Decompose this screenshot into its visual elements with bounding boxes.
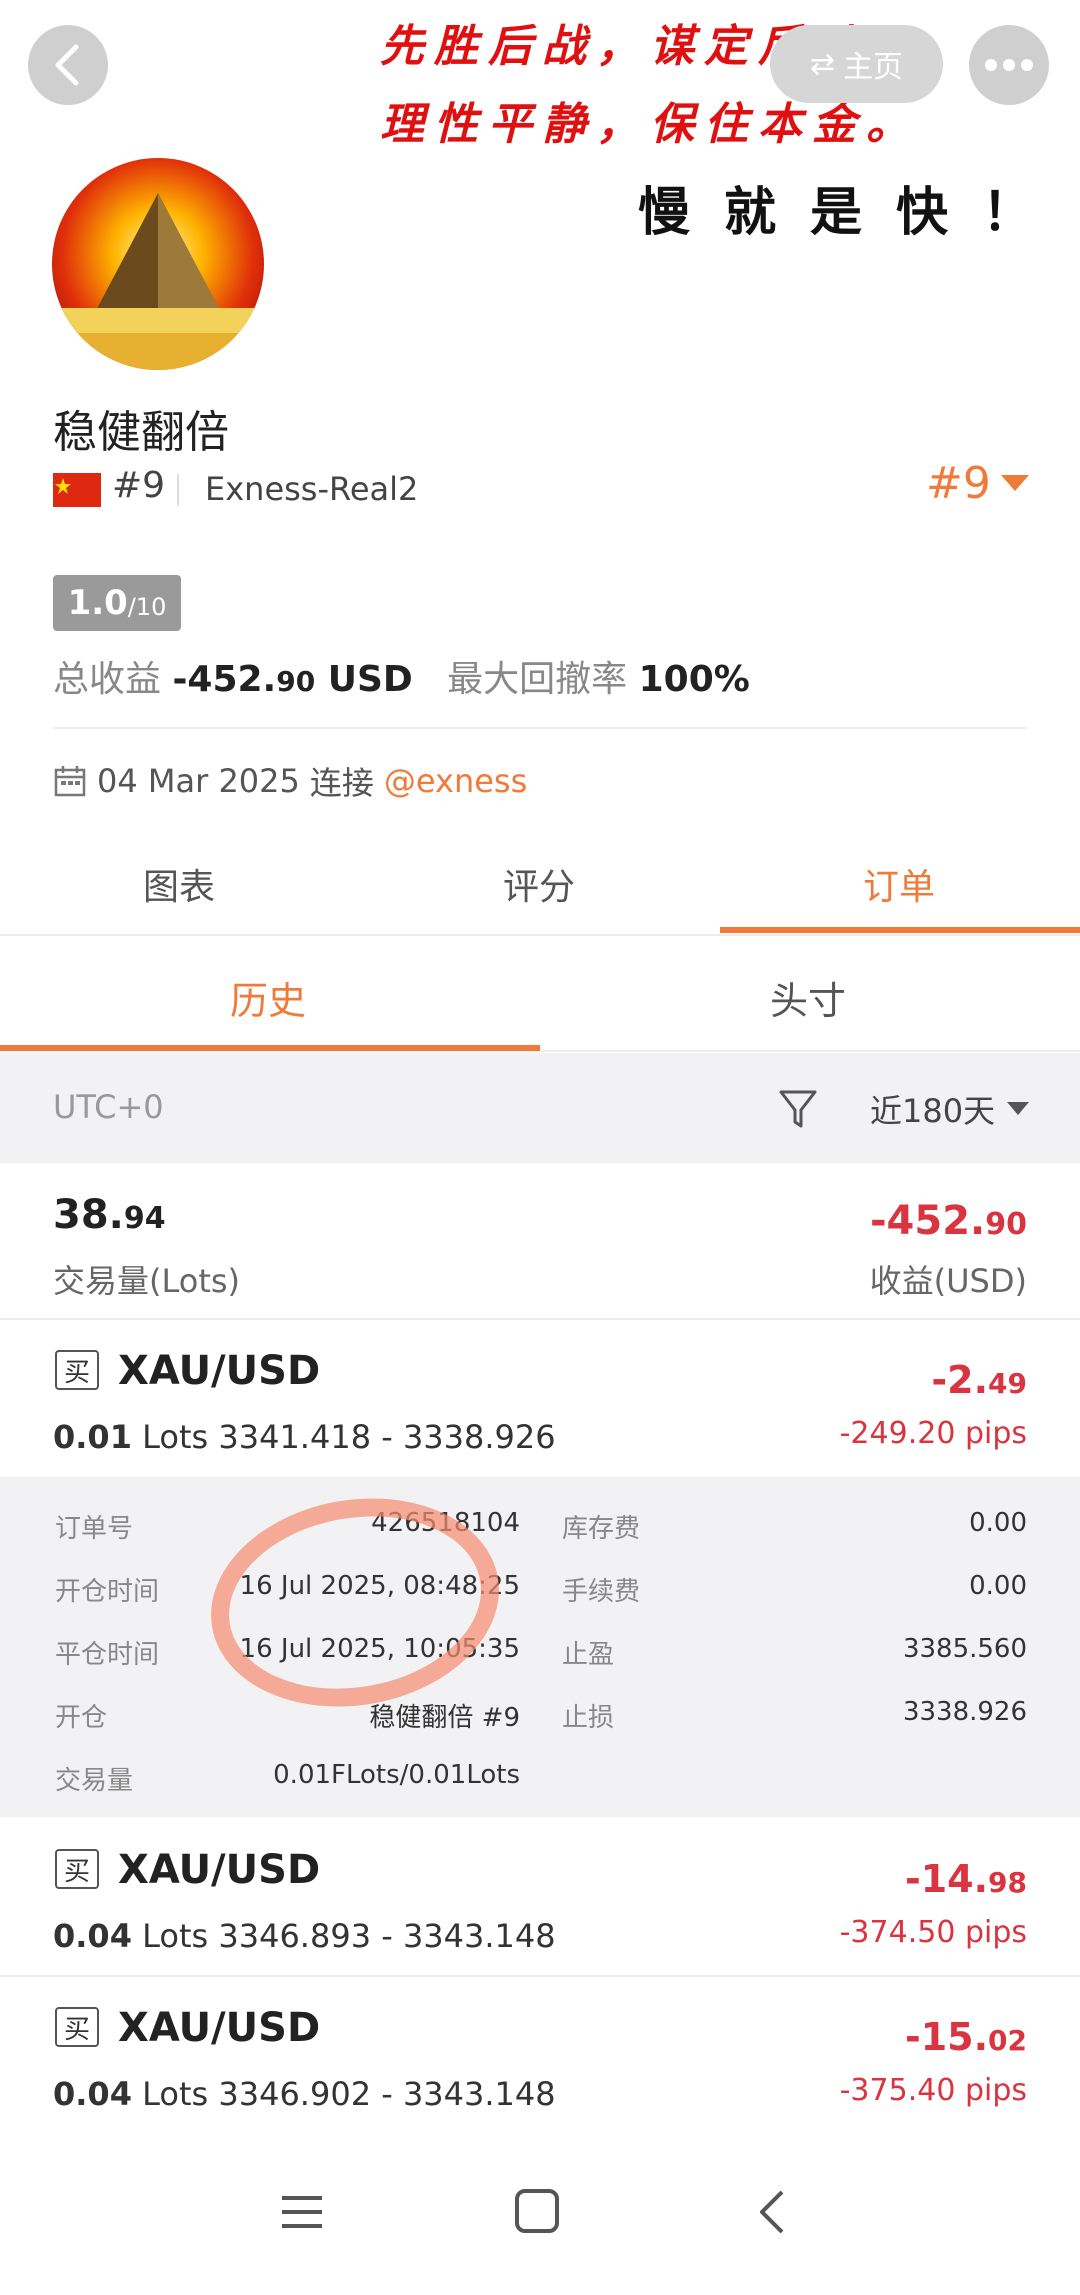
- connect-line: 04 Mar 2025 连接 @exness: [53, 758, 527, 804]
- tab-rating[interactable]: 评分: [503, 858, 575, 910]
- trade-symbol[interactable]: XAU/USD: [118, 1847, 320, 1893]
- summary-volume-label: 交易量(Lots): [53, 1262, 241, 1300]
- caret-down-icon: [1007, 1102, 1030, 1115]
- stop-loss-value: 3338.926: [902, 1697, 1027, 1727]
- trade-profit: -14.98: [904, 1857, 1027, 1901]
- open-by-value: 稳健翻倍 #9: [369, 1703, 520, 1733]
- open-by-label: 开仓: [55, 1703, 108, 1733]
- recent-apps-icon[interactable]: [280, 2190, 324, 2234]
- volume-value: 0.01FLots/0.01Lots: [273, 1760, 520, 1790]
- more-button[interactable]: [969, 25, 1049, 105]
- trade-type-badge: 买: [55, 1350, 99, 1390]
- home-button[interactable]: ⇄ 主页: [770, 25, 943, 103]
- fee-label: 手续费: [562, 1577, 641, 1607]
- trade-pips: -374.50 pips: [839, 1915, 1027, 1950]
- trade-type-badge: 买: [55, 2007, 99, 2047]
- tab-orders[interactable]: 订单: [863, 858, 935, 910]
- rank-dropdown[interactable]: #9: [926, 458, 1029, 509]
- take-profit-label: 止盈: [562, 1640, 615, 1670]
- connected-label: 连接: [309, 764, 374, 802]
- pyramid-avatar-image: [52, 158, 264, 370]
- subtab-underline: [0, 1045, 540, 1051]
- system-nav-bar: [0, 2130, 1080, 2295]
- home-square-icon[interactable]: [514, 2188, 560, 2234]
- trade-lots: 0.04 Lots 3346.902 - 3343.148: [53, 2075, 556, 2113]
- summary-volume: 38.94: [53, 1192, 166, 1238]
- rank-small: #9: [112, 465, 166, 506]
- divider: [177, 474, 179, 506]
- divider: [0, 1318, 1080, 1320]
- range-dropdown[interactable]: 近180天: [870, 1086, 1030, 1132]
- summary-profit: -452.90: [869, 1198, 1027, 1244]
- volume-label: 交易量: [55, 1766, 134, 1796]
- score-badge: 1.0/10: [53, 575, 181, 631]
- slogan: 慢就是快！: [638, 182, 1069, 243]
- more-dots-icon: [985, 59, 1033, 71]
- subtab-history[interactable]: 历史: [230, 970, 306, 1025]
- chevron-left-icon: [55, 44, 79, 86]
- filter-icon[interactable]: [778, 1088, 818, 1132]
- divider: [0, 934, 1080, 936]
- trade-lots: 0.01 Lots 3341.418 - 3338.926: [53, 1418, 556, 1456]
- swap-label: 库存费: [562, 1514, 641, 1544]
- account-name: Exness-Real2: [205, 470, 419, 508]
- max-drawdown-value: 100%: [638, 659, 750, 700]
- stop-loss-label: 止损: [562, 1703, 615, 1733]
- avatar: [52, 158, 264, 370]
- trade-symbol[interactable]: XAU/USD: [118, 2005, 320, 2051]
- divider: [0, 1975, 1080, 1977]
- subtab-positions[interactable]: 头寸: [770, 970, 846, 1025]
- take-profit-value: 3385.560: [902, 1634, 1027, 1664]
- max-drawdown-label: 最大回撤率: [447, 659, 628, 700]
- score-value: 1.0: [67, 583, 128, 623]
- total-profit-label: 总收益: [53, 659, 162, 700]
- range-label: 近180天: [870, 1092, 996, 1130]
- trade-pips: -249.20 pips: [839, 1416, 1027, 1451]
- open-time-label: 开仓时间: [55, 1577, 160, 1607]
- caret-down-icon: [1000, 474, 1029, 491]
- tab-chart[interactable]: 图表: [143, 858, 215, 910]
- trade-pips: -375.40 pips: [839, 2073, 1027, 2108]
- rank-big-label: #9: [926, 458, 991, 509]
- calendar-icon: [54, 766, 86, 797]
- close-time-label: 平仓时间: [55, 1640, 160, 1670]
- trade-lots: 0.04 Lots 3346.893 - 3343.148: [53, 1917, 556, 1955]
- trade-profit: -2.49: [931, 1358, 1027, 1402]
- stats-line: 总收益 -452.90 USD 最大回撤率 100%: [53, 650, 750, 702]
- back-icon[interactable]: [752, 2188, 792, 2236]
- tab-underline: [720, 927, 1080, 933]
- broker-link[interactable]: @exness: [384, 762, 527, 800]
- back-button[interactable]: [28, 25, 108, 105]
- timezone-label: UTC+0: [53, 1088, 164, 1126]
- fee-value: 0.00: [969, 1571, 1027, 1601]
- order-no-label: 订单号: [55, 1514, 134, 1544]
- summary-profit-label: 收益(USD): [869, 1262, 1027, 1300]
- score-max: /10: [127, 593, 167, 621]
- total-profit-value: -452.90 USD: [172, 659, 413, 700]
- swap-value: 0.00: [969, 1508, 1027, 1538]
- home-label: 主页: [843, 50, 904, 85]
- connected-date: 04 Mar 2025: [97, 762, 300, 800]
- swap-icon: ⇄: [809, 46, 836, 82]
- divider: [53, 727, 1027, 729]
- trader-name: 稳健翻倍: [53, 407, 229, 458]
- trade-type-badge: 买: [55, 1849, 99, 1889]
- trade-symbol[interactable]: XAU/USD: [118, 1348, 320, 1394]
- china-flag-icon: [53, 473, 101, 507]
- trade-profit: -15.02: [904, 2015, 1027, 2059]
